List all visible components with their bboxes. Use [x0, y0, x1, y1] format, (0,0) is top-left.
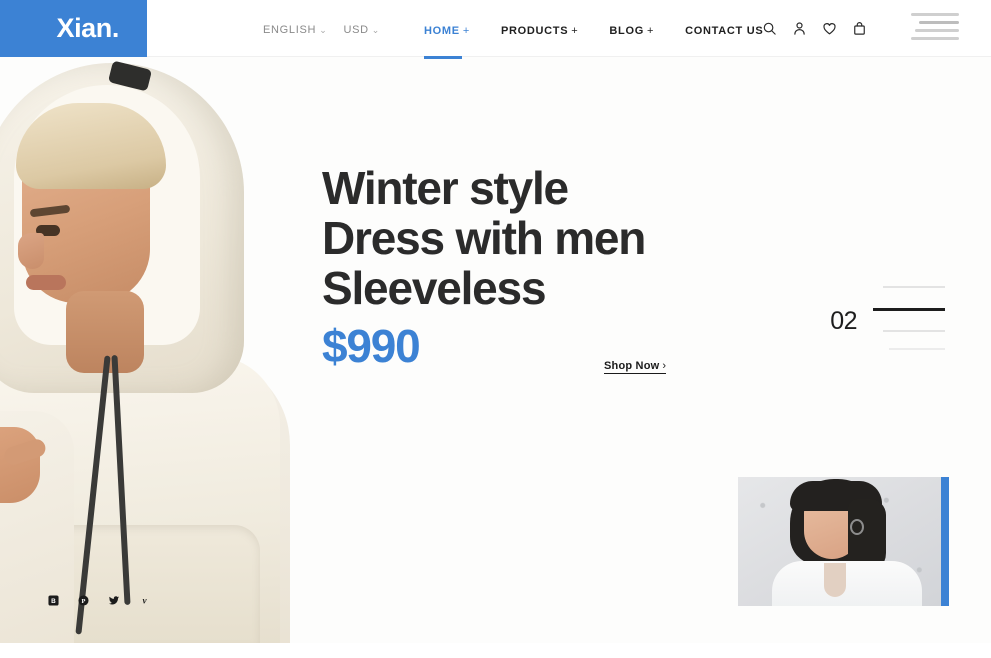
heart-icon[interactable]: [822, 21, 837, 36]
slider-progress-lines[interactable]: [873, 286, 945, 356]
main-navigation: HOME + PRODUCTS + BLOG + CONTACT US: [424, 25, 763, 37]
hero-heading-line-3: Sleeveless: [322, 262, 547, 314]
language-selector[interactable]: ENGLISH ⌄: [263, 24, 327, 36]
header-icons: [762, 21, 867, 36]
chevron-right-icon: ›: [662, 360, 667, 372]
homepage: Xian. ENGLISH ⌄ USD ⌄ HOME + PRODUCTS + BLOG…: [0, 0, 991, 658]
svg-text:B: B: [51, 598, 56, 605]
thumbnail-image: [738, 477, 944, 606]
hero-heading-line-1: Winter style: [322, 162, 569, 214]
chevron-down-icon: ⌄: [371, 25, 381, 35]
hero-copy: Winter style Dress with men Sleeveless $…: [322, 163, 742, 371]
slider-line-inactive[interactable]: [883, 286, 945, 288]
bag-icon[interactable]: [852, 21, 867, 36]
hero-price: $990: [322, 320, 421, 372]
slider-line-inactive[interactable]: [889, 348, 945, 350]
site-header: Xian. ENGLISH ⌄ USD ⌄ HOME + PRODUCTS + BLOG…: [0, 0, 991, 59]
nav-item-blog[interactable]: BLOG +: [609, 25, 654, 37]
svg-text:P: P: [82, 598, 86, 605]
pinterest-icon[interactable]: P: [78, 595, 89, 606]
locale-selectors: ENGLISH ⌄ USD ⌄: [263, 24, 380, 36]
behance-icon[interactable]: B: [48, 595, 59, 606]
shop-now-label: Shop Now: [604, 360, 660, 372]
svg-text:v: v: [142, 596, 147, 606]
slide-number: 02: [830, 306, 857, 335]
hero-heading-line-2: Dress with men: [322, 212, 646, 264]
slider-line-active[interactable]: [873, 308, 945, 311]
shop-now-button[interactable]: Shop Now ›: [604, 360, 667, 374]
hamburger-menu-icon[interactable]: [911, 11, 959, 45]
currency-selector[interactable]: USD ⌄: [343, 24, 380, 36]
hero-model-photo: [0, 57, 320, 643]
social-links: B P v: [48, 595, 150, 606]
next-slide-thumbnail[interactable]: [738, 477, 949, 606]
thumbnail-accent-bar: [941, 477, 949, 606]
logo[interactable]: Xian.: [0, 0, 147, 57]
chevron-down-icon: ⌄: [319, 25, 328, 35]
active-nav-underline: [424, 56, 462, 59]
slider-line-inactive[interactable]: [883, 330, 945, 332]
slider-pagination: 02: [830, 286, 945, 356]
nav-item-home[interactable]: HOME +: [424, 25, 470, 37]
nav-item-products[interactable]: PRODUCTS +: [501, 25, 578, 37]
vimeo-icon[interactable]: v: [139, 595, 150, 606]
nav-item-contact-us[interactable]: CONTACT US: [685, 25, 763, 37]
user-icon[interactable]: [792, 21, 807, 36]
twitter-icon[interactable]: [108, 595, 120, 606]
search-icon[interactable]: [762, 21, 777, 36]
logo-text: Xian.: [56, 13, 119, 43]
